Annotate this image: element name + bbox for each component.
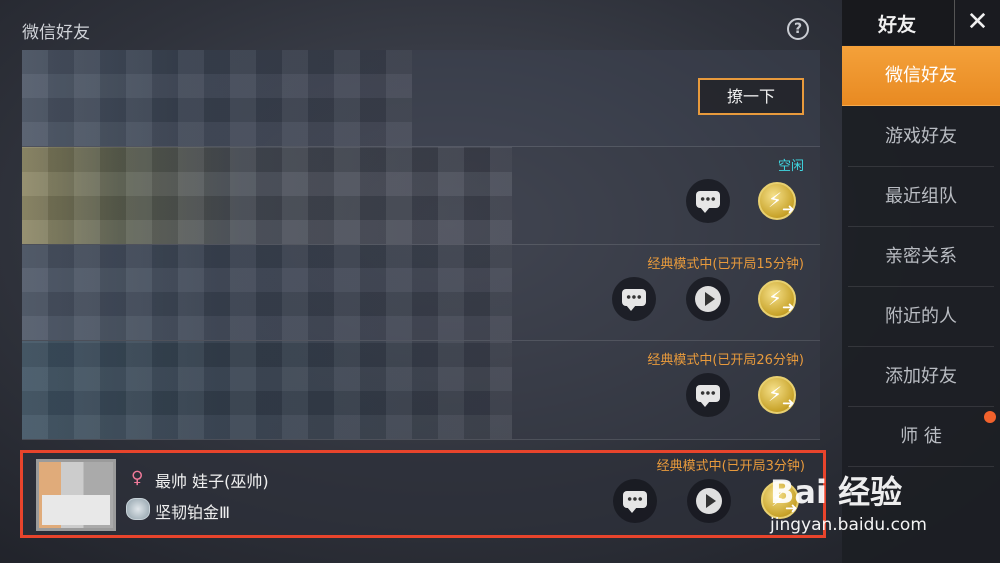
chat-icon	[623, 491, 647, 513]
chat-button[interactable]	[612, 277, 656, 321]
avatar[interactable]	[36, 459, 116, 531]
spectate-button[interactable]	[687, 479, 731, 523]
chat-button[interactable]	[613, 479, 657, 523]
help-icon[interactable]: ?	[787, 18, 809, 40]
friend-row: 经典模式中(已开局15分钟)	[22, 245, 820, 341]
chat-button[interactable]	[686, 179, 730, 223]
invite-icon	[758, 280, 796, 318]
invite-button[interactable]	[754, 341, 800, 439]
play-icon	[695, 286, 721, 312]
female-icon: ♀	[131, 468, 144, 488]
blurred-friend-info	[22, 50, 412, 146]
friends-list-panel: 微信好友 ? 撩一下 空闲 经典模式中(已开局15分钟) 经典模式中(已开局26	[0, 0, 842, 563]
sidebar-item-recent-team[interactable]: 最近组队	[848, 167, 994, 227]
chat-button[interactable]	[686, 373, 730, 417]
chat-icon	[696, 385, 720, 407]
notification-dot	[984, 411, 996, 423]
rank-text: 坚韧铂金Ⅲ	[155, 503, 231, 522]
chat-icon	[696, 191, 720, 213]
friend-row: 经典模式中(已开局26分钟)	[22, 341, 820, 440]
sidebar-item-game-friends[interactable]: 游戏好友	[848, 107, 994, 167]
invite-icon	[758, 376, 796, 414]
blurred-friend-info	[22, 245, 512, 340]
poke-button[interactable]: 撩一下	[698, 78, 804, 115]
section-title: 微信好友	[22, 23, 90, 43]
invite-button[interactable]	[754, 147, 800, 244]
friend-row-highlighted: ♀ 最帅 娃子(巫帅) 坚韧铂金Ⅲ 经典模式中(已开局3分钟)	[20, 450, 826, 538]
player-name: 最帅 娃子(巫帅)	[155, 472, 269, 491]
rank-icon	[126, 498, 150, 520]
chat-icon	[622, 289, 646, 311]
sidebar-item-mentorship[interactable]: 师 徒	[848, 407, 994, 467]
invite-icon	[761, 481, 799, 519]
spectate-button[interactable]	[686, 277, 730, 321]
blurred-friend-info	[22, 341, 512, 439]
invite-button[interactable]	[757, 453, 803, 535]
sidebar: 好友 ✕ 微信好友 游戏好友 最近组队 亲密关系 附近的人 添加好友 师 徒	[842, 0, 1000, 563]
invite-button[interactable]	[754, 245, 800, 340]
sidebar-header: 好友 ✕	[842, 0, 1000, 45]
invite-icon	[758, 182, 796, 220]
close-icon[interactable]: ✕	[954, 0, 1000, 45]
sidebar-item-add-friend[interactable]: 添加好友	[848, 347, 994, 407]
play-icon	[696, 488, 722, 514]
sidebar-item-intimacy[interactable]: 亲密关系	[848, 227, 994, 287]
sidebar-item-nearby[interactable]: 附近的人	[848, 287, 994, 347]
friend-row: 空闲	[22, 147, 820, 245]
blurred-friend-info	[22, 147, 512, 244]
sidebar-item-wechat-friends[interactable]: 微信好友	[842, 46, 1000, 106]
friend-row: 撩一下	[22, 50, 820, 147]
sidebar-title: 好友	[878, 14, 917, 36]
